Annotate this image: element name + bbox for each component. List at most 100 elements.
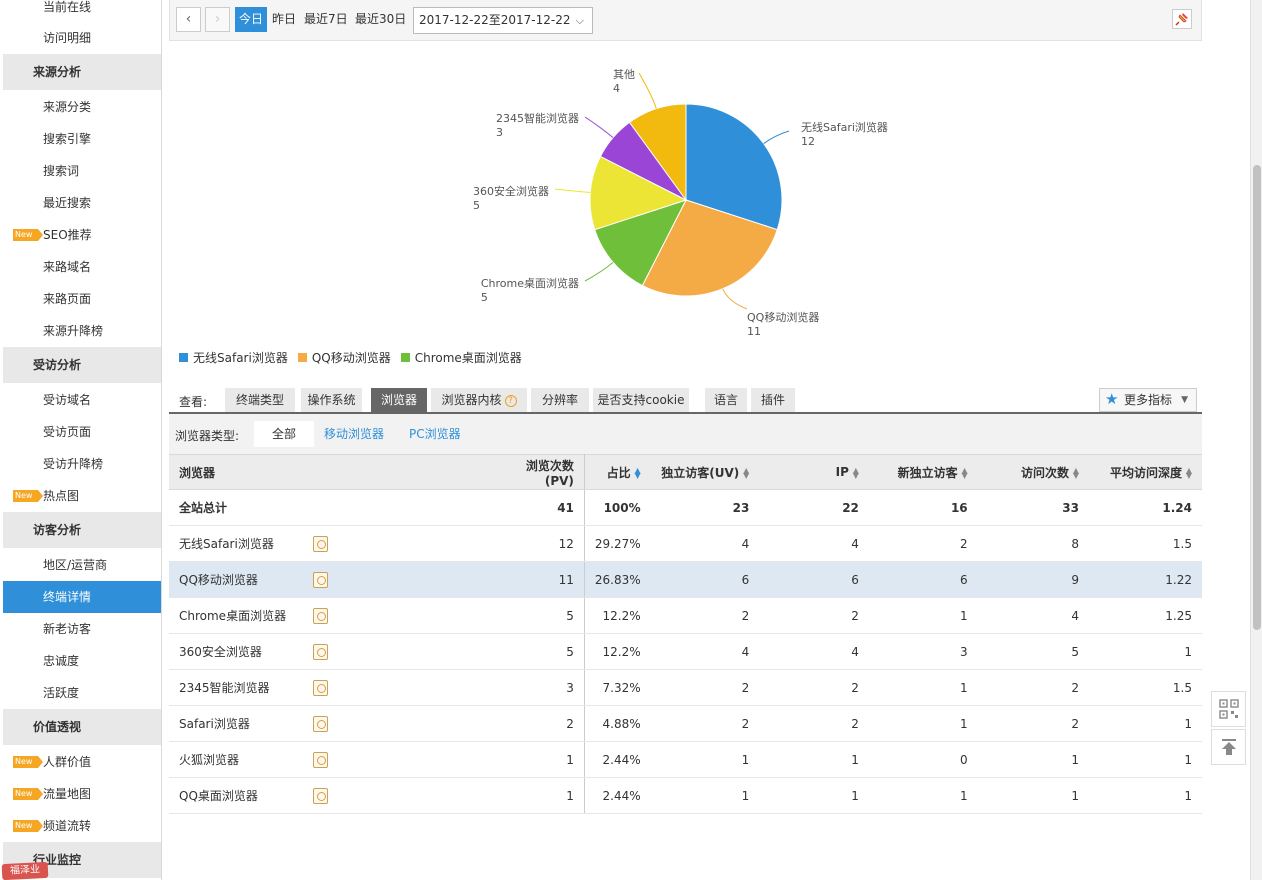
sidebar-item[interactable]: New 热点图 bbox=[3, 480, 161, 512]
trend-chart-icon[interactable] bbox=[313, 716, 328, 732]
data-cell: 12.2% bbox=[584, 597, 651, 634]
dimension-tab[interactable]: 操作系统 bbox=[301, 388, 362, 412]
sidebar-item[interactable]: 来路域名 bbox=[3, 251, 161, 283]
range-button[interactable]: 今日 bbox=[235, 7, 268, 32]
trend-chart-icon[interactable] bbox=[313, 788, 328, 804]
prev-day-button[interactable]: ‹ bbox=[176, 7, 201, 32]
row-label-cell: 360安全浏览器 bbox=[169, 633, 503, 670]
sidebar-item[interactable]: 活跃度 bbox=[3, 677, 161, 709]
dimension-tab[interactable]: 是否支持cookie bbox=[593, 388, 689, 412]
cell-value: 0 bbox=[960, 752, 968, 767]
legend-item[interactable]: 无线Safari浏览器 bbox=[179, 350, 288, 365]
more-metrics-button[interactable]: ★ 更多指标 ▼ bbox=[1099, 388, 1197, 412]
dimension-tab[interactable]: 浏览器 bbox=[371, 388, 427, 412]
date-range-select[interactable]: 2017-12-22至2017-12-22 ⌵ bbox=[413, 7, 593, 34]
sidebar-item[interactable]: New 人群价值 bbox=[3, 746, 161, 778]
back-to-top-button[interactable] bbox=[1211, 729, 1246, 765]
qr-code-button[interactable] bbox=[1211, 691, 1246, 727]
sidebar-item[interactable]: New 频道流转 bbox=[3, 810, 161, 842]
pie-leader-line bbox=[584, 261, 614, 282]
sidebar-group-header[interactable]: 价值透视 bbox=[3, 709, 161, 745]
sidebar-item-label: 来源分析 bbox=[33, 65, 82, 79]
cell-value: 1.24 bbox=[1162, 500, 1192, 515]
new-badge: New bbox=[13, 229, 43, 241]
sidebar-item[interactable]: 新老访客 bbox=[3, 613, 161, 645]
dimension-tab[interactable]: 分辨率 bbox=[531, 388, 589, 412]
sidebar-item[interactable]: 搜索词 bbox=[3, 155, 161, 187]
tab-label: 浏览器内核 bbox=[441, 393, 502, 407]
sidebar-item-label: 来路域名 bbox=[43, 260, 92, 274]
help-icon[interactable]: ? bbox=[504, 394, 517, 407]
range-button[interactable]: 最近30日 bbox=[351, 7, 410, 32]
sidebar-item-label: 流量地图 bbox=[43, 787, 92, 801]
date-toolbar: ‹ › 今日 昨日 最近7日 最近30日 2017-12-22至2017-12-22 … bbox=[169, 0, 1202, 41]
cell-value: 2345智能浏览器 bbox=[179, 681, 270, 695]
cell-value: 3 bbox=[960, 644, 968, 659]
column-header[interactable]: 平均访问深度 ▲ ▼ bbox=[1089, 454, 1202, 490]
column-header[interactable]: 占比 ▲ ▼ bbox=[584, 454, 651, 490]
data-cell: 2 bbox=[759, 669, 869, 706]
column-header[interactable]: 访问次数 ▲ ▼ bbox=[977, 454, 1089, 490]
dimension-tab[interactable]: 终端类型 bbox=[225, 388, 295, 412]
filter-option[interactable]: 全部 bbox=[254, 421, 314, 447]
range-button[interactable]: 最近7日 bbox=[300, 7, 352, 32]
trend-chart-icon[interactable] bbox=[313, 608, 328, 624]
sort-icon[interactable]: ▲ ▼ bbox=[742, 467, 749, 480]
column-header[interactable]: IP ▲ ▼ bbox=[759, 454, 869, 490]
next-day-button[interactable]: › bbox=[205, 7, 230, 32]
sidebar-item[interactable]: 最近搜索 bbox=[3, 187, 161, 219]
sort-icon[interactable]: ▲ ▼ bbox=[961, 467, 967, 480]
data-cell: 1 bbox=[868, 777, 978, 814]
data-cell: 1 bbox=[868, 705, 978, 742]
dimension-tab[interactable]: 浏览器内核? bbox=[431, 388, 527, 412]
pin-button[interactable] bbox=[1172, 9, 1192, 29]
data-cell: 23 bbox=[650, 489, 760, 526]
sort-icon[interactable]: ▲ ▼ bbox=[852, 466, 859, 479]
sidebar-item[interactable]: 搜索引擎 bbox=[3, 123, 161, 155]
sidebar-item[interactable]: New SEO推荐 bbox=[3, 219, 161, 251]
trend-chart-icon[interactable] bbox=[313, 536, 328, 552]
trend-chart-icon[interactable] bbox=[313, 572, 328, 588]
page-scrollbar[interactable] bbox=[1250, 0, 1262, 880]
filter-option[interactable]: 移动浏览器 bbox=[324, 421, 384, 447]
pie-leader-line bbox=[554, 188, 591, 193]
sidebar-item[interactable]: 受访页面 bbox=[3, 416, 161, 448]
tab-label: 插件 bbox=[760, 393, 785, 407]
sort-icon[interactable]: ▲ ▼ bbox=[1072, 467, 1079, 480]
legend-item[interactable]: Chrome桌面浏览器 bbox=[400, 350, 522, 365]
sidebar-item[interactable]: 终端详情 bbox=[3, 581, 161, 613]
sidebar-item[interactable]: 受访域名 bbox=[3, 384, 161, 416]
sidebar-item[interactable]: 来源升降榜 bbox=[3, 315, 161, 347]
cell-value: 100% bbox=[603, 500, 641, 515]
tab-label: 操作系统 bbox=[307, 393, 356, 407]
sidebar-group-header[interactable]: 来源分析 bbox=[3, 54, 161, 90]
sidebar-item-label: 访问明细 bbox=[43, 31, 92, 45]
sidebar-group-header[interactable]: 受访分析 bbox=[3, 347, 161, 383]
sidebar-item[interactable]: 当前在线 bbox=[3, 0, 161, 23]
range-button[interactable]: 昨日 bbox=[268, 7, 300, 32]
sidebar-item[interactable]: 来源分类 bbox=[3, 91, 161, 123]
sidebar-item[interactable]: 忠诚度 bbox=[3, 645, 161, 677]
sidebar-item[interactable]: 来路页面 bbox=[3, 283, 161, 315]
dimension-tab[interactable]: 语言 bbox=[705, 388, 747, 412]
sort-icon[interactable]: ▲ ▼ bbox=[1185, 467, 1192, 480]
trend-chart-icon[interactable] bbox=[313, 752, 328, 768]
cell-value: 2 bbox=[1071, 716, 1079, 731]
sort-icon[interactable]: ▲ ▼ bbox=[634, 467, 641, 480]
sidebar-group-header[interactable]: 访客分析 bbox=[3, 512, 161, 548]
dimension-tab[interactable]: 插件 bbox=[751, 388, 795, 412]
column-header[interactable]: 独立访客(UV) ▲ ▼ bbox=[650, 454, 760, 490]
tab-label: 是否支持cookie bbox=[597, 393, 685, 407]
sidebar-item[interactable]: 地区/运营商 bbox=[3, 549, 161, 581]
column-header[interactable]: 新独立访客 ▲ ▼ bbox=[868, 454, 978, 490]
trend-chart-icon[interactable] bbox=[313, 680, 328, 696]
data-cell: 4 bbox=[650, 633, 760, 670]
sidebar-item[interactable]: 访问明细 bbox=[3, 22, 161, 54]
sidebar-item[interactable]: 受访升降榜 bbox=[3, 448, 161, 480]
data-cell: 26.83% bbox=[584, 561, 651, 598]
legend-item[interactable]: QQ移动浏览器 bbox=[297, 350, 391, 365]
filter-option[interactable]: PC浏览器 bbox=[409, 421, 461, 447]
sidebar-item[interactable]: New 流量地图 bbox=[3, 778, 161, 810]
trend-chart-icon[interactable] bbox=[313, 644, 328, 660]
scrollbar-thumb[interactable] bbox=[1253, 165, 1261, 630]
